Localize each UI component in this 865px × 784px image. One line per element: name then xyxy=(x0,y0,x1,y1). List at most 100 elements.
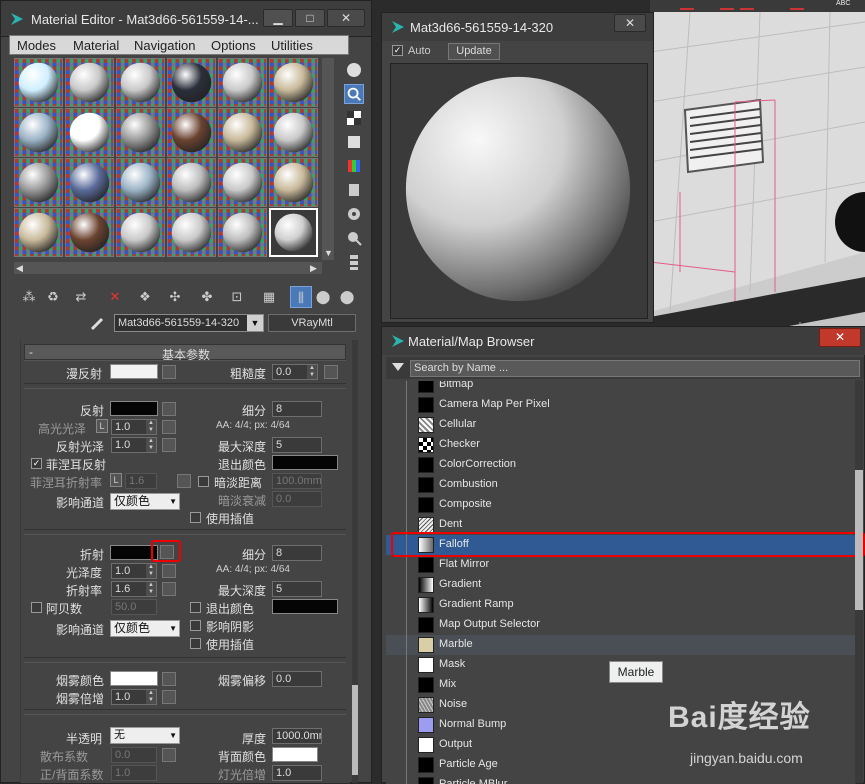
roughness-map-button[interactable] xyxy=(324,365,338,379)
chevron-down-icon[interactable]: ▼ xyxy=(247,315,263,331)
map-list-item[interactable]: Combustion xyxy=(386,475,856,495)
refract-use-interp-checkbox[interactable] xyxy=(190,638,201,649)
sample-slot[interactable] xyxy=(167,158,216,207)
put-to-scene-icon[interactable]: ♻ xyxy=(42,286,64,308)
diffuse-map-button[interactable] xyxy=(162,365,176,379)
make-copy-icon[interactable]: ❖ xyxy=(134,286,156,308)
refract-subdivs-spinner[interactable]: 8 xyxy=(272,545,322,561)
fog-mult-map-button[interactable] xyxy=(162,690,176,704)
scroll-down-icon[interactable]: ▼ xyxy=(324,248,333,258)
sample-slot[interactable] xyxy=(167,58,216,107)
material-map-navigator-icon[interactable] xyxy=(344,252,364,272)
reflect-exit-color-swatch[interactable] xyxy=(272,455,338,470)
make-unique-icon[interactable]: ✣ xyxy=(164,286,186,308)
roughness-spinner[interactable]: 0.0 ▲ ▼ xyxy=(272,364,318,380)
sample-slot[interactable] xyxy=(218,108,267,157)
reflect-affect-channels-select[interactable]: 仅颜色 ▼ xyxy=(110,493,180,510)
map-list-item[interactable]: Flat Mirror xyxy=(386,555,856,575)
menu-material[interactable]: Material xyxy=(73,38,119,53)
spinner-arrows-icon[interactable]: ▲ ▼ xyxy=(146,690,156,704)
fog-color-swatch[interactable] xyxy=(110,671,158,686)
map-list-item[interactable]: Cellular xyxy=(386,415,856,435)
put-to-library-icon[interactable]: ✤ xyxy=(196,286,218,308)
scrollbar-thumb[interactable] xyxy=(855,470,863,610)
menu-utilities[interactable]: Utilities xyxy=(271,38,313,53)
update-button[interactable]: Update xyxy=(448,43,500,60)
fwd-bck-coef-spinner[interactable]: 1.0 xyxy=(111,765,157,781)
scroll-right-icon[interactable]: ▶ xyxy=(310,263,317,274)
spinner-arrows-icon[interactable]: ▲ ▼ xyxy=(146,582,156,596)
refract-affect-channels-select[interactable]: 仅颜色 ▼ xyxy=(110,620,180,637)
sample-slot[interactable] xyxy=(269,58,318,107)
refl-gloss-spinner[interactable]: 1.0 ▲ ▼ xyxy=(111,437,157,453)
backlight-icon[interactable] xyxy=(344,84,364,104)
hilight-gloss-spinner[interactable]: 1.0 ▲ ▼ xyxy=(111,419,157,435)
search-input[interactable]: Search by Name ... xyxy=(410,360,860,377)
slots-horizontal-scrollbar[interactable]: ◀ ▶ xyxy=(14,262,322,274)
scroll-left-icon[interactable]: ◀ xyxy=(16,263,23,274)
refract-gloss-map-button[interactable] xyxy=(162,564,176,578)
sample-slot[interactable] xyxy=(116,58,165,107)
sample-slot[interactable] xyxy=(65,108,114,157)
refract-max-depth-spinner[interactable]: 5 xyxy=(272,581,322,597)
sample-slot[interactable] xyxy=(218,158,267,207)
map-list-item[interactable]: Camera Map Per Pixel xyxy=(386,395,856,415)
select-by-material-icon[interactable] xyxy=(344,228,364,248)
video-color-check-icon[interactable] xyxy=(344,156,364,176)
sample-slot[interactable] xyxy=(116,158,165,207)
assign-to-selection-icon[interactable]: ⇄ xyxy=(70,286,92,308)
material-type-button[interactable]: VRayMtl xyxy=(268,314,356,332)
abbe-checkbox[interactable] xyxy=(31,602,42,613)
toolbar-button[interactable] xyxy=(740,0,754,10)
fresnel-ior-map-button[interactable] xyxy=(177,474,191,488)
refract-exit-color-checkbox[interactable] xyxy=(190,602,201,613)
light-mult-spinner[interactable]: 1.0 xyxy=(272,765,322,781)
menu-options[interactable]: Options xyxy=(211,38,256,53)
fresnel-ior-lock-button[interactable]: L xyxy=(110,473,122,487)
refract-ior-map-button[interactable] xyxy=(162,582,176,596)
make-preview-icon[interactable] xyxy=(344,180,364,200)
sample-slot[interactable] xyxy=(14,208,63,257)
sample-uv-tiling-icon[interactable] xyxy=(344,132,364,152)
spinner-arrows-icon[interactable]: ▲ ▼ xyxy=(307,365,317,379)
fog-bias-spinner[interactable]: 0.0 xyxy=(272,671,322,687)
menu-navigation[interactable]: Navigation xyxy=(134,38,195,53)
diffuse-color-swatch[interactable] xyxy=(110,364,158,379)
background-checker-icon[interactable] xyxy=(344,108,364,128)
map-list-item[interactable]: Gradient Ramp xyxy=(386,595,856,615)
pick-material-eyedropper-icon[interactable] xyxy=(88,313,108,333)
refl-gloss-map-button[interactable] xyxy=(162,438,176,452)
parameters-scrollbar[interactable] xyxy=(352,340,358,783)
map-list-item[interactable]: Gradient xyxy=(386,575,856,595)
sample-slot[interactable] xyxy=(14,158,63,207)
abbe-spinner[interactable]: 50.0 xyxy=(111,599,157,615)
sample-slot[interactable] xyxy=(269,108,318,157)
sample-slot[interactable] xyxy=(65,208,114,257)
reflect-map-button[interactable] xyxy=(162,402,176,416)
menu-modes[interactable]: Modes xyxy=(17,38,56,53)
sample-slot[interactable] xyxy=(65,158,114,207)
material-editor-titlebar[interactable]: Material Editor - Mat3d66-561559-14-... … xyxy=(1,1,371,37)
minimize-button[interactable]: ▁ xyxy=(263,9,293,27)
reflect-max-depth-spinner[interactable]: 5 xyxy=(272,437,322,453)
reflect-subdivs-spinner[interactable]: 8 xyxy=(272,401,322,417)
fresnel-checkbox[interactable]: ✓ xyxy=(31,458,42,469)
affect-shadows-checkbox[interactable] xyxy=(190,620,201,631)
map-list-item[interactable]: Composite xyxy=(386,495,856,515)
scatter-coef-spinner[interactable]: 0.0 xyxy=(111,747,157,763)
material-id-channel-icon[interactable]: ⊡ xyxy=(226,286,248,308)
slots-vertical-scrollbar[interactable]: ▼ xyxy=(322,58,334,260)
fog-color-map-button[interactable] xyxy=(162,672,176,686)
material-name-field[interactable]: Mat3d66-561559-14-320 ▼ xyxy=(114,314,264,332)
fog-mult-spinner[interactable]: 1.0 ▲ ▼ xyxy=(111,689,157,705)
preview-titlebar[interactable]: Mat3d66-561559-14-320 ✕ xyxy=(382,13,653,41)
refract-ior-spinner[interactable]: 1.6 ▲ ▼ xyxy=(111,581,157,597)
show-end-result-icon[interactable]: ⫼ xyxy=(290,286,312,308)
fresnel-ior-spinner[interactable]: 1.6 xyxy=(125,473,157,489)
scrollbar-thumb[interactable] xyxy=(352,685,358,775)
refract-gloss-spinner[interactable]: 1.0 ▲ ▼ xyxy=(111,563,157,579)
toolbar-button[interactable] xyxy=(720,0,734,10)
spinner-arrows-icon[interactable]: ▲ ▼ xyxy=(146,564,156,578)
translucency-select[interactable]: 无 ▼ xyxy=(110,727,180,744)
go-forward-sibling-icon[interactable]: ⬤ xyxy=(336,286,358,308)
